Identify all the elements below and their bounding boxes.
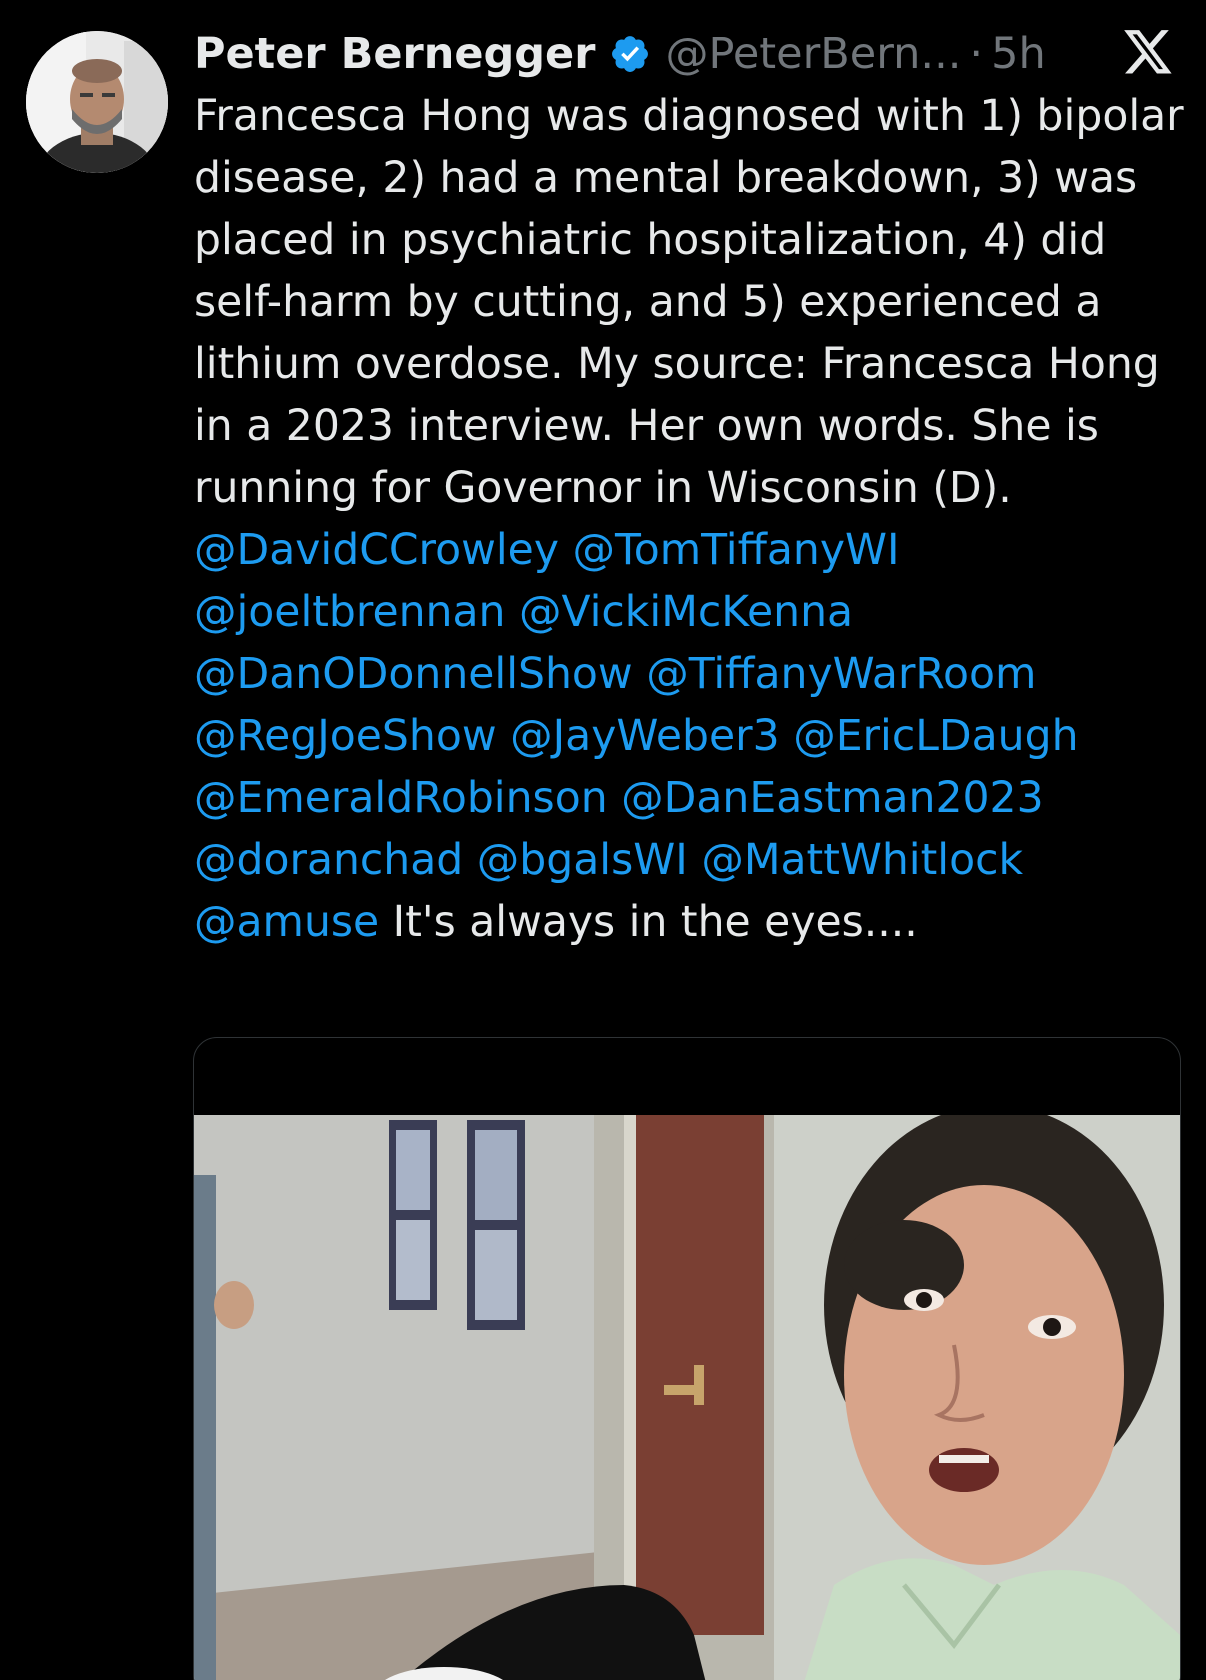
author-display-name[interactable]: Peter Bernegger bbox=[194, 29, 595, 79]
tweet-text-segment bbox=[853, 588, 867, 637]
mention-link[interactable]: @TomTiffanyWI bbox=[572, 526, 899, 575]
tweet-text-segment bbox=[463, 836, 477, 885]
mention-link[interactable]: @EricLDaugh bbox=[793, 712, 1078, 761]
tweet-text-segment bbox=[900, 526, 914, 575]
tweet-text-segment bbox=[505, 588, 519, 637]
mention-link[interactable]: @RegJoeShow bbox=[194, 712, 497, 761]
tweet-text-segment bbox=[497, 712, 511, 761]
mention-link[interactable]: @EmeraldRobinson bbox=[194, 774, 608, 823]
mention-link[interactable]: @amuse bbox=[194, 898, 379, 947]
mention-link[interactable]: @MattWhitlock bbox=[701, 836, 1023, 885]
separator-dot: · bbox=[969, 29, 984, 79]
mention-link[interactable]: @doranchad bbox=[194, 836, 463, 885]
mention-link[interactable]: @VickiMcKenna bbox=[519, 588, 853, 637]
timestamp[interactable]: 5h bbox=[991, 29, 1046, 79]
media-card[interactable]: CBS bbox=[193, 1037, 1181, 1680]
avatar[interactable] bbox=[26, 31, 168, 173]
tweet-text-segment: Francesca Hong was diagnosed with 1) bip… bbox=[194, 92, 1198, 513]
mention-link[interactable]: @JayWeber3 bbox=[510, 712, 780, 761]
tweet-text-segment bbox=[1079, 712, 1093, 761]
tweet-text-segment bbox=[1044, 774, 1058, 823]
tweet-text-segment: It's always in the eyes.... bbox=[379, 898, 918, 947]
mention-link[interactable]: @bgalsWI bbox=[477, 836, 688, 885]
x-logo-icon bbox=[1122, 30, 1174, 78]
tweet-text-segment bbox=[780, 712, 794, 761]
author-handle[interactable]: @PeterBern... bbox=[665, 29, 961, 79]
mention-link[interactable]: @DavidCCrowley bbox=[194, 526, 559, 575]
tweet-text-segment bbox=[1023, 836, 1037, 885]
tweet-text-segment bbox=[1036, 650, 1050, 699]
verified-badge-icon bbox=[609, 33, 651, 75]
mention-link[interactable]: @DanEastman2023 bbox=[621, 774, 1043, 823]
avatar-photo bbox=[26, 31, 168, 173]
tweet-header: Peter Bernegger @PeterBern... · 5h bbox=[194, 22, 1046, 86]
tweet-text-segment bbox=[559, 526, 573, 575]
tweet-text-segment bbox=[688, 836, 702, 885]
mention-link[interactable]: @DanODonnellShow bbox=[194, 650, 633, 699]
tweet-text: Francesca Hong was diagnosed with 1) bip… bbox=[194, 86, 1194, 954]
tweet-text-segment bbox=[608, 774, 622, 823]
tweet-text-segment bbox=[633, 650, 647, 699]
video-thumbnail-image[interactable]: CBS bbox=[194, 1115, 1180, 1680]
mention-link[interactable]: @joeltbrennan bbox=[194, 588, 505, 637]
mention-link[interactable]: @TiffanyWarRoom bbox=[646, 650, 1036, 699]
